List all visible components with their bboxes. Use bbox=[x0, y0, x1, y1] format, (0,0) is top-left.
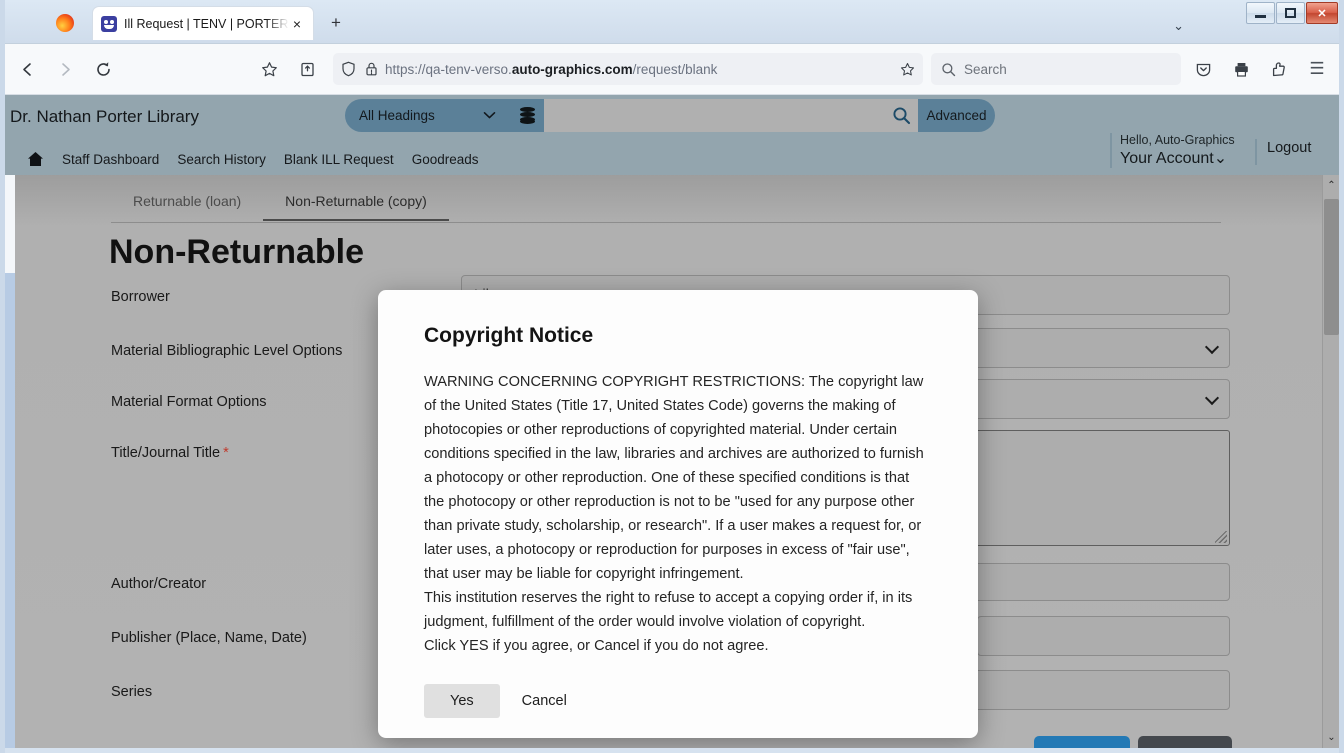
app-menu-icon[interactable]: ☰ bbox=[1301, 53, 1333, 85]
header-search: All Headings Advanced bbox=[345, 99, 995, 132]
logout-link[interactable]: Logout bbox=[1267, 140, 1311, 156]
library-name: Dr. Nathan Porter Library bbox=[10, 107, 199, 126]
database-icon[interactable] bbox=[510, 99, 544, 132]
dialog-body: WARNING CONCERNING COPYRIGHT RESTRICTION… bbox=[424, 370, 932, 658]
back-icon[interactable] bbox=[11, 53, 43, 85]
reload-icon[interactable] bbox=[87, 53, 119, 85]
minimize-button[interactable] bbox=[1246, 2, 1275, 24]
reader-view-icon[interactable] bbox=[291, 53, 323, 85]
window-border-right bbox=[1339, 0, 1344, 753]
list-all-tabs-icon[interactable]: ⌄ bbox=[1173, 18, 1184, 34]
form-tabs: Returnable (loan) Non-Returnable (copy) bbox=[111, 189, 1221, 223]
page-title: Non-Returnable bbox=[109, 233, 364, 271]
close-tab-icon[interactable]: × bbox=[289, 16, 305, 32]
account-menu[interactable]: Your Account⌄ bbox=[1120, 148, 1235, 168]
left-gutter-accent bbox=[5, 273, 15, 748]
url-bar[interactable]: https://qa-tenv-verso.auto-graphics.com/… bbox=[333, 53, 923, 85]
label-material-format: Material Format Options bbox=[111, 394, 267, 410]
label-series: Series bbox=[111, 684, 153, 700]
url-prefix: https://qa-tenv-verso. bbox=[385, 61, 512, 77]
advanced-search-button[interactable]: Advanced bbox=[918, 99, 995, 132]
label-borrower: Borrower bbox=[111, 289, 170, 305]
search-input[interactable] bbox=[544, 99, 884, 132]
chevron-down-icon: ⌄ bbox=[1213, 150, 1228, 167]
browser-search-placeholder: Search bbox=[964, 61, 1007, 77]
scrollbar-thumb[interactable] bbox=[1324, 199, 1339, 335]
dialog-paragraph-3: Click YES if you agree, or Cancel if you… bbox=[424, 638, 769, 654]
label-title-journal-title: Title/Journal Title * bbox=[111, 445, 229, 461]
app-header: Dr. Nathan Porter Library All Headings A… bbox=[5, 95, 1339, 175]
scroll-up-arrow-icon[interactable]: ⌃ bbox=[1323, 177, 1339, 194]
maximize-button[interactable] bbox=[1276, 2, 1305, 24]
nav-item-search-history[interactable]: Search History bbox=[177, 152, 266, 167]
lock-warning-icon bbox=[364, 61, 379, 77]
firefox-logo-icon bbox=[56, 14, 74, 32]
dialog-paragraph-2: This institution reserves the right to r… bbox=[424, 590, 913, 630]
input-publisher-date[interactable] bbox=[977, 616, 1230, 656]
resize-grip-icon[interactable] bbox=[1215, 531, 1227, 543]
home-icon[interactable] bbox=[27, 151, 44, 167]
copyright-notice-dialog: Copyright Notice WARNING CONCERNING COPY… bbox=[378, 290, 978, 738]
submit-button[interactable]: Submit bbox=[1034, 736, 1130, 748]
browser-window: Ill Request | TENV | PORTER | Au × + ⌄ ✕ bbox=[0, 0, 1344, 753]
dialog-yes-button[interactable]: Yes bbox=[424, 684, 500, 718]
browser-search-bar[interactable]: Search bbox=[931, 53, 1181, 85]
label-material-bib-level: Material Bibliographic Level Options bbox=[111, 343, 343, 359]
browser-tab[interactable]: Ill Request | TENV | PORTER | Au × bbox=[92, 6, 314, 40]
dialog-title: Copyright Notice bbox=[424, 324, 594, 347]
url-domain: auto-graphics.com bbox=[511, 61, 633, 77]
nav-item-staff-dashboard[interactable]: Staff Dashboard bbox=[62, 152, 159, 167]
account-greeting: Hello, Auto-Graphics bbox=[1120, 133, 1235, 147]
search-scope-dropdown[interactable]: All Headings bbox=[345, 99, 510, 132]
url-text: https://qa-tenv-verso.auto-graphics.com/… bbox=[385, 62, 894, 77]
cancel-button[interactable]: Cancel bbox=[1138, 736, 1232, 748]
search-scope-label: All Headings bbox=[359, 108, 435, 123]
dialog-cancel-button[interactable]: Cancel bbox=[512, 684, 577, 718]
nav-item-goodreads[interactable]: Goodreads bbox=[412, 152, 479, 167]
add-bookmark-icon[interactable] bbox=[900, 62, 915, 77]
tab-non-returnable-copy[interactable]: Non-Returnable (copy) bbox=[263, 189, 449, 221]
label-publisher: Publisher (Place, Name, Date) bbox=[111, 630, 307, 646]
dialog-actions: Yes Cancel bbox=[424, 684, 954, 718]
shield-icon bbox=[341, 61, 356, 77]
tab-title: Ill Request | TENV | PORTER | Au bbox=[124, 16, 289, 31]
scroll-down-arrow-icon[interactable]: ⌄ bbox=[1323, 729, 1339, 746]
bookmark-star-icon[interactable] bbox=[253, 53, 285, 85]
print-icon[interactable] bbox=[1225, 53, 1257, 85]
logout-block[interactable]: Logout bbox=[1255, 139, 1311, 165]
close-window-button[interactable]: ✕ bbox=[1306, 2, 1338, 24]
search-submit-icon[interactable] bbox=[884, 99, 918, 132]
tab-strip: Ill Request | TENV | PORTER | Au × + ⌄ ✕ bbox=[0, 0, 1344, 44]
page-viewport: Dr. Nathan Porter Library All Headings A… bbox=[5, 95, 1339, 748]
new-tab-button[interactable]: + bbox=[326, 13, 346, 33]
chevron-down-icon bbox=[483, 111, 496, 120]
tab-returnable-loan[interactable]: Returnable (loan) bbox=[111, 189, 263, 219]
forward-icon bbox=[49, 53, 81, 85]
label-author-creator: Author/Creator bbox=[111, 576, 207, 592]
account-block[interactable]: Hello, Auto-Graphics Your Account⌄ bbox=[1110, 133, 1235, 168]
page-scrollbar[interactable]: ⌃ ⌄ bbox=[1322, 175, 1339, 748]
search-icon bbox=[941, 62, 956, 77]
account-label: Your Account bbox=[1120, 150, 1214, 167]
url-suffix: /request/blank bbox=[632, 61, 718, 77]
app-nav: Staff Dashboard Search History Blank ILL… bbox=[5, 143, 478, 175]
required-marker: * bbox=[223, 445, 229, 461]
nav-item-blank-ill-request[interactable]: Blank ILL Request bbox=[284, 152, 394, 167]
extension-icon[interactable] bbox=[1263, 53, 1295, 85]
app-favicon bbox=[101, 15, 117, 32]
browser-toolbar: https://qa-tenv-verso.auto-graphics.com/… bbox=[5, 44, 1339, 95]
pocket-icon[interactable] bbox=[1187, 53, 1219, 85]
window-border-left bbox=[0, 0, 5, 753]
dialog-paragraph-1: WARNING CONCERNING COPYRIGHT RESTRICTION… bbox=[424, 374, 924, 582]
window-controls: ✕ bbox=[1245, 2, 1338, 24]
